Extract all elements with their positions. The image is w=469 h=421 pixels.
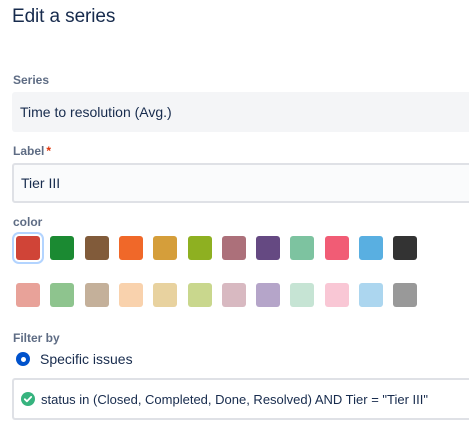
radio-specific-issues[interactable]: Specific issues [16, 351, 133, 367]
page-title: Edit a series [12, 6, 116, 27]
label-field-text: Label [13, 144, 45, 158]
color-swatch[interactable] [119, 283, 143, 307]
color-swatch[interactable] [222, 236, 246, 260]
color-swatch[interactable] [85, 236, 109, 260]
label-input[interactable] [12, 163, 469, 203]
color-swatch[interactable] [256, 236, 280, 260]
color-swatch[interactable] [188, 236, 212, 260]
check-circle-icon [21, 392, 35, 406]
radio-label: Specific issues [40, 351, 133, 367]
edit-series-panel: Edit a series Series Time to resolution … [0, 0, 469, 421]
color-swatch[interactable] [290, 283, 314, 307]
filter-by-label: Filter by [13, 331, 60, 345]
color-swatch[interactable] [16, 236, 40, 260]
color-swatch[interactable] [188, 283, 212, 307]
color-swatch[interactable] [222, 283, 246, 307]
color-swatch[interactable] [393, 236, 417, 260]
color-swatch[interactable] [256, 283, 280, 307]
label-field-label: Label * [13, 144, 51, 158]
series-value-field: Time to resolution (Avg.) [12, 92, 469, 132]
color-swatch[interactable] [393, 283, 417, 307]
jql-query-text: status in (Closed, Completed, Done, Reso… [41, 391, 428, 407]
series-label: Series [13, 73, 50, 87]
color-label: color [13, 215, 43, 229]
color-swatch[interactable] [325, 283, 349, 307]
color-swatch[interactable] [153, 236, 177, 260]
color-swatch[interactable] [16, 283, 40, 307]
jql-query-field[interactable]: status in (Closed, Completed, Done, Reso… [12, 378, 469, 420]
color-swatch[interactable] [325, 236, 349, 260]
color-swatch[interactable] [50, 283, 74, 307]
color-swatch[interactable] [153, 283, 177, 307]
color-swatch[interactable] [50, 236, 74, 260]
color-swatch[interactable] [359, 283, 383, 307]
color-swatch[interactable] [290, 236, 314, 260]
color-swatch[interactable] [119, 236, 143, 260]
color-swatch[interactable] [359, 236, 383, 260]
required-marker: * [46, 144, 52, 158]
radio-selected-icon[interactable] [16, 352, 30, 366]
color-swatch[interactable] [85, 283, 109, 307]
series-value: Time to resolution (Avg.) [20, 104, 172, 120]
